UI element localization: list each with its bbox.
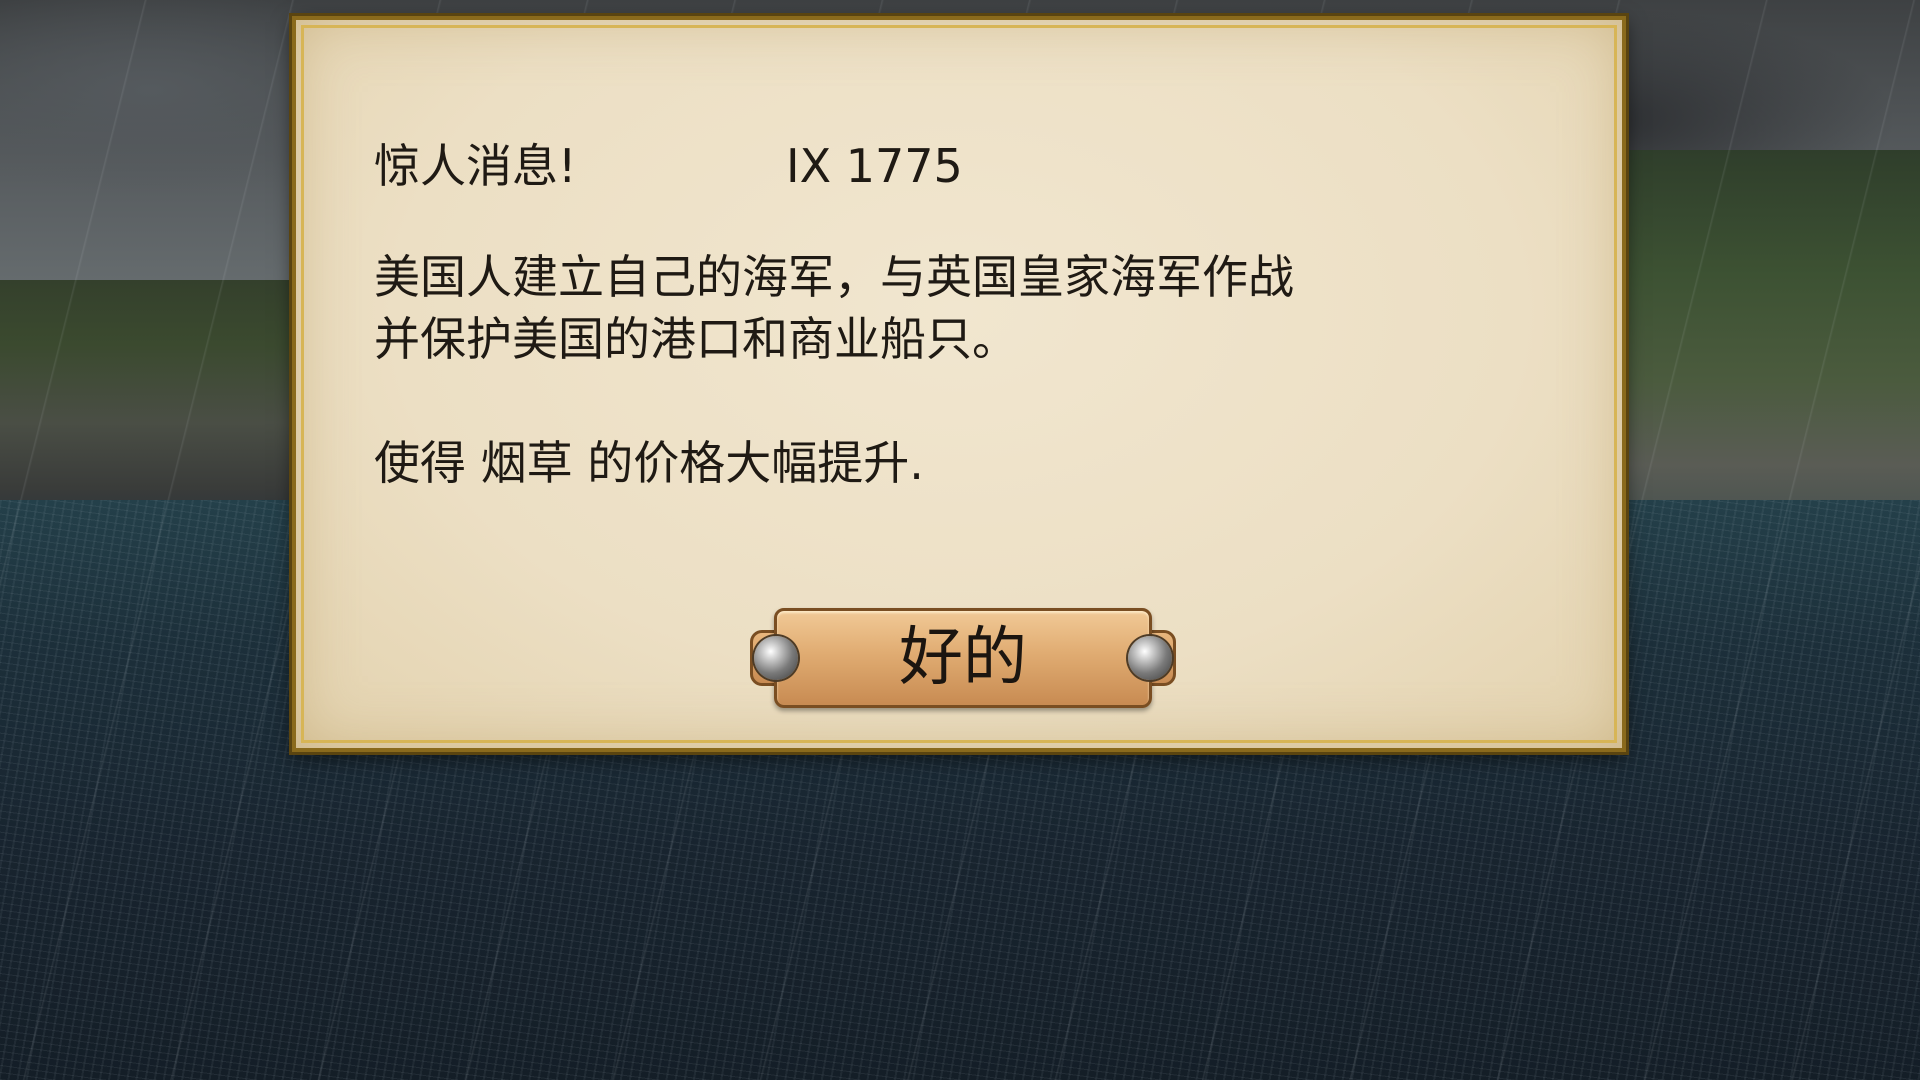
news-body: 美国人建立自己的海军，与英国皇家海军作战 并保护美国的港口和商业船只。 [374, 246, 1474, 370]
news-title: 惊人消息! [374, 139, 577, 193]
news-body-line-2: 并保护美国的港口和商业船只。 [374, 312, 1018, 366]
ok-button[interactable]: 好的 [750, 608, 1176, 708]
news-effect: 使得 烟草 的价格大幅提升. [374, 436, 924, 490]
news-body-line-1: 美国人建立自己的海军，与英国皇家海军作战 [374, 250, 1294, 304]
news-header: 惊人消息! IX 1775 [374, 130, 1554, 200]
ok-button-label: 好的 [899, 621, 1027, 695]
game-scene: 惊人消息! IX 1775 美国人建立自己的海军，与英国皇家海军作战 并保护美国… [0, 0, 1920, 1080]
news-dialog: 惊人消息! IX 1775 美国人建立自己的海军，与英国皇家海军作战 并保护美国… [292, 16, 1626, 752]
news-date: IX 1775 [786, 139, 963, 193]
news-content: 惊人消息! IX 1775 美国人建立自己的海军，与英国皇家海军作战 并保护美国… [374, 130, 1554, 494]
